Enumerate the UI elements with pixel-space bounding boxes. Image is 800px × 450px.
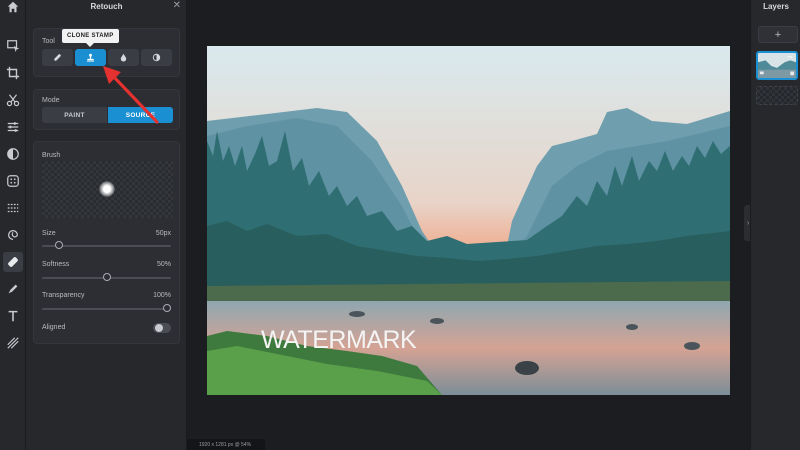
cut-icon[interactable]: [3, 90, 23, 110]
transparency-value: 100%: [153, 292, 171, 299]
mode-label: Mode: [42, 97, 60, 104]
liquify-icon[interactable]: [3, 225, 23, 245]
heal-tool-button[interactable]: [42, 49, 73, 66]
blur-tool-button[interactable]: [108, 49, 139, 66]
empty-layer-slot[interactable]: [756, 86, 798, 105]
size-value: 50px: [155, 230, 171, 237]
contrast-icon: [152, 53, 161, 62]
lock-icon: [790, 71, 795, 76]
mode-paint-button[interactable]: PAINT: [42, 107, 107, 123]
transparency-slider-track[interactable]: [42, 308, 171, 310]
draw-icon[interactable]: [3, 279, 23, 299]
transparency-slider-handle[interactable]: [163, 304, 171, 312]
adjust-icon[interactable]: [3, 117, 23, 137]
frames-icon[interactable]: [3, 198, 23, 218]
clone-stamp-tool-button[interactable]: [75, 49, 106, 66]
text-icon[interactable]: [3, 306, 23, 326]
effects-icon[interactable]: [3, 171, 23, 191]
aligned-label: Aligned: [42, 324, 66, 331]
size-slider-handle[interactable]: [55, 241, 63, 249]
mode-source-button[interactable]: SOURCE: [108, 107, 173, 123]
drop-icon: [120, 53, 127, 62]
aligned-toggle-knob[interactable]: [155, 324, 163, 332]
tool-sidebar: [0, 0, 26, 450]
home-icon[interactable]: [3, 0, 23, 17]
filter-icon[interactable]: [3, 144, 23, 164]
softness-value: 50%: [156, 261, 171, 268]
retouch-icon[interactable]: [3, 252, 23, 272]
select-icon[interactable]: [3, 36, 23, 56]
panel-header: Retouch ✕: [26, 0, 187, 13]
size-label: Size: [42, 230, 56, 237]
more-icon[interactable]: •••: [787, 55, 792, 60]
add-layer-button[interactable]: +: [758, 26, 798, 43]
layer-preview: •••: [758, 53, 796, 78]
dodge-burn-tool-button[interactable]: [141, 49, 172, 66]
close-icon[interactable]: ✕: [173, 0, 181, 12]
image-icon: [759, 71, 764, 75]
layers-title: Layers: [763, 2, 789, 11]
brush-preview: [42, 161, 173, 218]
panel-title: Retouch: [90, 2, 123, 11]
bandage-icon: [54, 54, 61, 61]
softness-label: Softness: [42, 261, 70, 268]
clone-stamp-tooltip: CLONE STAMP: [62, 29, 119, 47]
watermark-text: WATERMARK: [261, 326, 417, 354]
brush-dot: [99, 181, 115, 197]
brush-label: Brush: [42, 152, 61, 159]
transparency-label: Transparency: [42, 292, 85, 299]
texture-icon[interactable]: [3, 333, 23, 353]
crop-icon[interactable]: [3, 63, 23, 83]
canvas-status-bar: 1920 x 1281 px @ 54%: [187, 439, 265, 450]
tool-label: Tool: [42, 38, 55, 45]
stamp-icon: [86, 53, 95, 62]
layer-thumbnail[interactable]: •••: [756, 51, 798, 80]
softness-slider-handle[interactable]: [103, 273, 111, 281]
